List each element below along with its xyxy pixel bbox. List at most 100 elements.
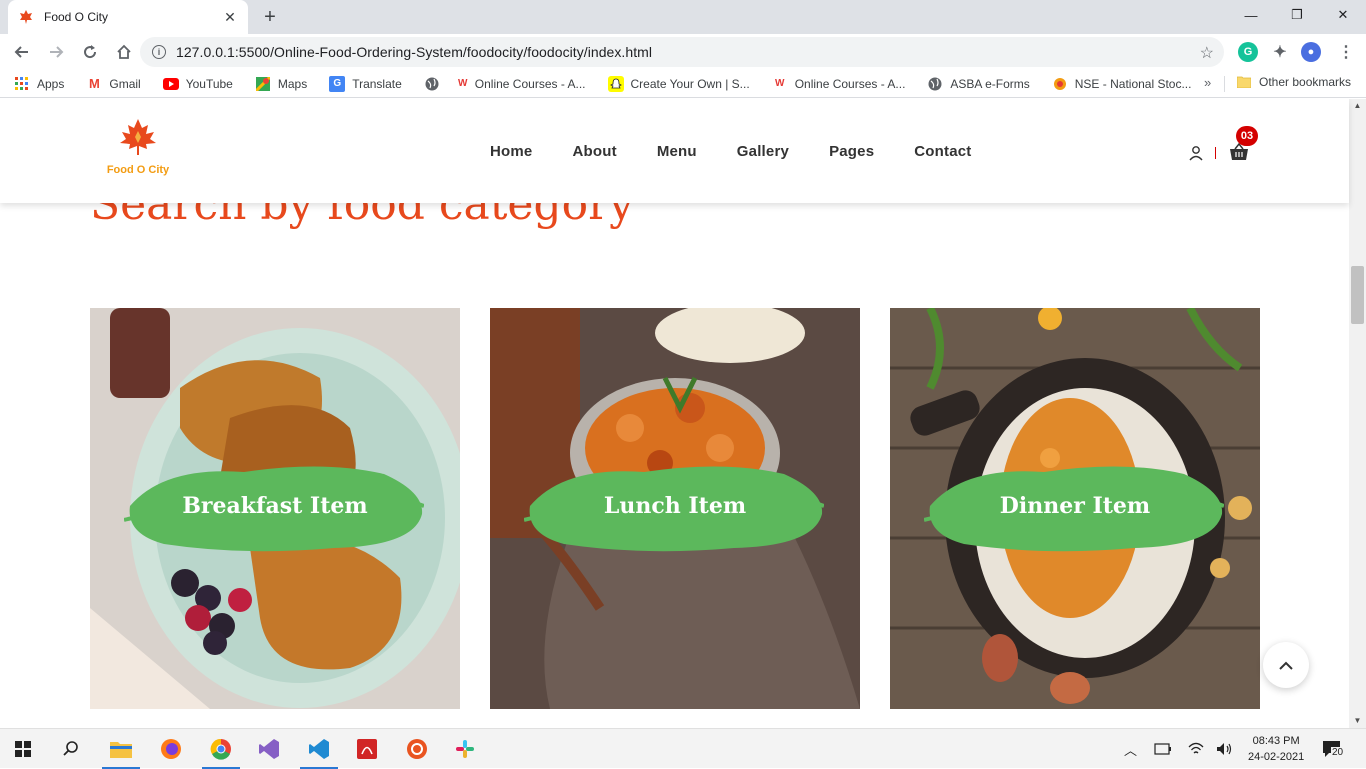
back-to-top-button[interactable]: [1263, 642, 1309, 688]
url-text: 127.0.0.1:5500/Online-Food-Ordering-Syst…: [176, 44, 653, 60]
cart-count-badge: 03: [1236, 126, 1258, 146]
acrobat-icon[interactable]: [344, 729, 390, 769]
other-bookmarks-label: Other bookmarks: [1259, 75, 1352, 89]
category-card-breakfast[interactable]: Breakfast Item: [90, 308, 460, 709]
home-icon[interactable]: [108, 36, 140, 68]
coursera-icon: W: [458, 78, 468, 89]
header-divider: [1215, 147, 1216, 159]
page-viewport: Search by food category Food O City Home…: [0, 99, 1366, 728]
scroll-thumb[interactable]: [1351, 266, 1364, 324]
maple-leaf-logo-icon: [120, 119, 156, 155]
show-hidden-icons-chevron-icon[interactable]: ︿: [1124, 729, 1137, 769]
nav-home[interactable]: Home: [490, 143, 532, 160]
bookmark-translate[interactable]: G Translate: [329, 75, 402, 92]
browser-tab[interactable]: Food O City ✕: [8, 0, 248, 34]
browser-tab-strip: Food O City ✕ + — ❐ ✕: [0, 0, 1366, 34]
bookmarks-overflow-chevron-icon[interactable]: »: [1204, 75, 1211, 90]
bookmark-label: Apps: [37, 76, 65, 91]
apps-grid-icon: [14, 76, 30, 92]
tab-title: Food O City: [44, 10, 109, 24]
folder-icon: [1236, 74, 1252, 90]
bookmark-label: Translate: [352, 76, 402, 91]
clock-date: 24-02-2021: [1248, 751, 1305, 763]
profile-avatar-icon[interactable]: ●: [1301, 42, 1321, 62]
bookmark-online-courses-1[interactable]: W Online Courses - A...: [424, 76, 586, 92]
bookmark-online-courses-2[interactable]: W Online Courses - A...: [772, 76, 906, 92]
site-favicon-icon: [18, 9, 34, 25]
maps-icon: [255, 76, 271, 92]
browser-toolbar: i 127.0.0.1:5500/Online-Food-Ordering-Sy…: [0, 34, 1366, 70]
bookmark-label: NSE - National Stoc...: [1074, 76, 1192, 91]
site-info-icon[interactable]: i: [152, 45, 166, 59]
page-scrollbar[interactable]: ▲ ▼: [1349, 99, 1366, 728]
visual-studio-icon[interactable]: [246, 729, 292, 769]
logo-text: Food O City: [106, 164, 170, 176]
nav-menu[interactable]: Menu: [657, 143, 697, 160]
bookmark-star-icon[interactable]: ☆: [1200, 43, 1214, 63]
search-icon[interactable]: [48, 729, 94, 769]
new-tab-button[interactable]: +: [258, 5, 282, 29]
translate-icon: G: [329, 75, 346, 92]
forward-arrow-icon[interactable]: [40, 36, 72, 68]
extensions-puzzle-icon[interactable]: ✦: [1270, 42, 1290, 62]
notification-count: 20: [1331, 747, 1345, 758]
scroll-down-arrow-icon[interactable]: ▼: [1349, 714, 1366, 728]
nav-about[interactable]: About: [572, 143, 616, 160]
minimize-button[interactable]: —: [1228, 0, 1274, 30]
vscode-icon[interactable]: [296, 729, 342, 769]
close-window-button[interactable]: ✕: [1320, 0, 1366, 30]
category-label: Lunch Item: [603, 493, 747, 519]
battery-icon[interactable]: [1154, 729, 1172, 769]
bookmark-label: YouTube: [185, 76, 233, 91]
grammarly-icon[interactable]: G: [1238, 42, 1258, 62]
bookmark-label: Gmail: [109, 76, 141, 91]
bookmark-apps[interactable]: Apps: [14, 76, 64, 92]
volume-icon[interactable]: [1216, 729, 1234, 769]
bookmark-label: Create Your Own | S...: [630, 76, 750, 91]
user-account-icon[interactable]: [1188, 145, 1204, 161]
tab-close-icon[interactable]: ✕: [222, 9, 238, 26]
taskbar-clock[interactable]: 08:43 PM 24-02-2021: [1248, 733, 1304, 765]
firefox-icon[interactable]: [148, 729, 194, 769]
bookmark-nse[interactable]: NSE - National Stoc...: [1052, 76, 1192, 92]
restore-button[interactable]: ❐: [1274, 0, 1320, 30]
site-header: Food O City Home About Menu Gallery Page…: [0, 99, 1349, 203]
nse-icon: [1052, 76, 1068, 92]
bookmarks-divider: [1224, 76, 1225, 92]
file-explorer-icon[interactable]: [98, 729, 144, 769]
other-bookmarks-folder[interactable]: Other bookmarks: [1236, 74, 1351, 90]
category-cards: Breakfast Item Lunch Item Dinner Item: [90, 308, 1290, 709]
menu-kebab-icon[interactable]: ⋮: [1336, 42, 1356, 62]
category-label: Dinner Item: [999, 493, 1151, 519]
notification-center-icon[interactable]: 20: [1322, 729, 1345, 769]
coursera-icon: W: [774, 78, 785, 89]
bookmark-label: Online Courses - A...: [794, 76, 906, 91]
windows-start-icon[interactable]: [0, 729, 46, 769]
nav-gallery[interactable]: Gallery: [737, 143, 789, 160]
bookmark-maps[interactable]: Maps: [255, 76, 307, 92]
bookmark-asba[interactable]: ASBA e-Forms: [927, 76, 1030, 92]
wifi-icon[interactable]: [1188, 729, 1204, 769]
address-bar[interactable]: i 127.0.0.1:5500/Online-Food-Ordering-Sy…: [140, 37, 1224, 67]
bookmark-label: Online Courses - A...: [474, 76, 586, 91]
ubuntu-icon[interactable]: [394, 729, 440, 769]
category-card-lunch[interactable]: Lunch Item: [490, 308, 860, 709]
bookmark-label: ASBA e-Forms: [950, 76, 1030, 91]
bookmark-create-your-own[interactable]: Create Your Own | S...: [607, 75, 750, 92]
windows-taskbar: ︿ 08:43 PM 24-02-2021 20: [0, 728, 1366, 769]
category-card-dinner[interactable]: Dinner Item: [890, 308, 1260, 709]
nav-pages[interactable]: Pages: [829, 143, 874, 160]
bookmark-label: Maps: [277, 76, 308, 91]
bookmark-youtube[interactable]: YouTube: [162, 76, 233, 92]
globe-icon: [927, 76, 943, 92]
window-controls: — ❐ ✕: [1228, 0, 1366, 30]
bookmark-gmail[interactable]: M Gmail: [86, 76, 141, 92]
back-arrow-icon[interactable]: [6, 36, 38, 68]
scroll-up-arrow-icon[interactable]: ▲: [1349, 99, 1366, 113]
chevron-up-icon: [1279, 661, 1293, 670]
slack-icon[interactable]: [442, 729, 488, 769]
reload-icon[interactable]: [74, 36, 106, 68]
site-logo[interactable]: Food O City: [100, 117, 176, 181]
chrome-icon[interactable]: [198, 729, 244, 769]
nav-contact[interactable]: Contact: [914, 143, 971, 160]
